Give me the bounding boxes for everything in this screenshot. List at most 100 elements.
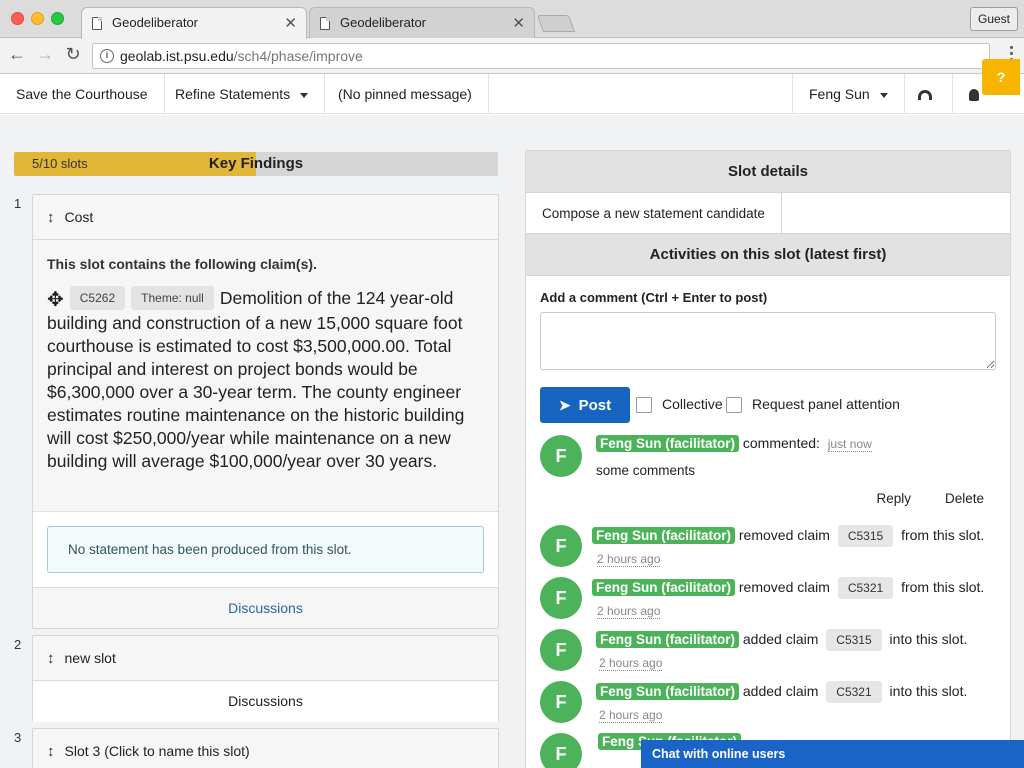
user-badge[interactable]: Feng Sun (facilitator) xyxy=(596,683,739,700)
user-badge[interactable]: Feng Sun (facilitator) xyxy=(596,435,739,452)
slot-number: 3 xyxy=(14,730,22,745)
slot-header[interactable]: ↕ Slot 3 (Click to name this slot) xyxy=(33,729,498,768)
caret-down-icon xyxy=(300,92,309,98)
comment-actions: Reply Delete xyxy=(842,491,984,506)
slot-name: Slot 3 (Click to name this slot) xyxy=(64,743,250,759)
slot-header[interactable]: ↕ Cost xyxy=(33,195,498,240)
comment-body: some comments xyxy=(596,463,696,478)
no-statement-alert: No statement has been produced from this… xyxy=(47,526,484,573)
help-button[interactable]: ? xyxy=(982,59,1020,95)
sort-icon[interactable]: ↕ xyxy=(47,743,55,760)
activity-time: 2 hours ago xyxy=(597,552,661,567)
user-badge[interactable]: Feng Sun (facilitator) xyxy=(592,527,735,544)
activity-item: F Feng Sun (facilitator) added claim C53… xyxy=(540,629,1000,675)
nav-phase-label: Refine Statements xyxy=(175,86,291,102)
paper-plane-icon: ➤ xyxy=(558,396,571,413)
comment-input[interactable] xyxy=(540,312,996,370)
activity-action: added claim xyxy=(742,683,819,699)
claim-theme-badge: Theme: null xyxy=(131,286,214,310)
activity-suffix: into this slot. xyxy=(889,631,968,647)
activity-time-row: 2 hours ago xyxy=(597,552,661,567)
reload-icon[interactable]: ↻ xyxy=(63,44,83,65)
post-label: Post xyxy=(578,396,612,414)
activity-suffix: into this slot. xyxy=(889,683,968,699)
nav-dashboard[interactable] xyxy=(898,74,953,114)
user-badge[interactable]: Feng Sun (facilitator) xyxy=(592,579,735,596)
browser-tab-strip: Geodeliberator ✕ Geodeliberator ✕ Guest xyxy=(0,0,1024,39)
tab-close-icon[interactable]: ✕ xyxy=(512,14,525,32)
collective-checkbox[interactable] xyxy=(636,397,652,413)
slot-number: 1 xyxy=(14,196,22,211)
claim-badge[interactable]: C5315 xyxy=(826,629,882,651)
slot-name: new slot xyxy=(64,650,116,666)
close-window-button[interactable] xyxy=(11,12,24,25)
activity-item: F Feng Sun (facilitator) added claim C53… xyxy=(540,681,1000,727)
nav-pinned-message[interactable]: (No pinned message) xyxy=(322,74,489,114)
url-path: /sch4/phase/improve xyxy=(233,48,363,64)
discussions-link[interactable]: Discussions xyxy=(33,681,498,722)
activity-time: 2 hours ago xyxy=(597,604,661,619)
chat-bar[interactable]: Chat with online users xyxy=(641,740,1024,768)
post-row: ➤ Post Collective Request panel attention xyxy=(540,387,996,423)
main-content: 5/10 slots Key Findings 1 ↕ Cost This slo… xyxy=(0,115,1024,768)
panel-attention-checkbox[interactable] xyxy=(726,397,742,413)
slot-claims: This slot contains the following claim(s… xyxy=(33,240,498,512)
tab-compose-statement[interactable]: Compose a new statement candidate xyxy=(526,193,782,234)
claim-badge[interactable]: C5321 xyxy=(837,577,894,599)
address-bar[interactable]: i geolab.ist.psu.edu/sch4/phase/improve xyxy=(92,43,990,69)
comment-form: Add a comment (Ctrl + Enter to post) ➤ Po… xyxy=(526,276,1010,423)
user-secret-icon xyxy=(969,89,979,102)
claim-badge[interactable]: C5315 xyxy=(837,525,894,547)
slot-card: ↕ Cost This slot contains the following c… xyxy=(32,194,499,629)
avatar: F xyxy=(540,629,582,671)
slot-name: Cost xyxy=(64,209,94,225)
arrow-left-icon[interactable]: ← xyxy=(7,44,27,65)
claim-item: ✥ C5262 Theme: null Demolition of the 124 y… xyxy=(47,286,484,473)
document-icon xyxy=(92,17,102,30)
slot-details-panel: Slot details Compose a new statement can… xyxy=(525,150,1011,768)
avatar: F xyxy=(540,733,582,768)
avatar: F xyxy=(540,525,582,567)
tab-close-icon[interactable]: ✕ xyxy=(284,14,297,32)
move-icon[interactable]: ✥ xyxy=(47,289,64,312)
slot-details-title: Slot details xyxy=(526,151,1010,193)
browser-tab-active[interactable]: Geodeliberator ✕ xyxy=(81,7,307,39)
new-tab-button[interactable] xyxy=(536,15,576,32)
delete-link[interactable]: Delete xyxy=(945,491,984,506)
collective-label: Collective xyxy=(662,396,723,412)
arrow-right-icon[interactable]: → xyxy=(35,44,55,65)
activity-time-row: 2 hours ago xyxy=(599,708,663,723)
tab-title: Geodeliberator xyxy=(340,15,426,30)
nav-user-label: Feng Sun xyxy=(809,86,870,102)
nav-user-dropdown[interactable]: Feng Sun xyxy=(792,74,905,114)
reply-link[interactable]: Reply xyxy=(876,491,911,506)
caret-down-icon xyxy=(879,92,888,98)
slot-number: 2 xyxy=(14,637,22,652)
statement-container: No statement has been produced from this… xyxy=(33,512,498,587)
nav-phase-dropdown[interactable]: Refine Statements xyxy=(159,74,326,114)
browser-toolbar: ← → ↻ i geolab.ist.psu.edu/sch4/phase/im… xyxy=(0,38,1024,74)
claim-badge[interactable]: C5321 xyxy=(826,681,882,703)
url-text: geolab.ist.psu.edu/sch4/phase/improve xyxy=(120,48,363,64)
info-icon[interactable]: i xyxy=(100,49,114,63)
activity-action: added claim xyxy=(742,631,819,647)
panel-attention-label: Request panel attention xyxy=(752,396,900,412)
guest-profile-button[interactable]: Guest xyxy=(969,7,1018,31)
tab-title: Geodeliberator xyxy=(112,15,198,30)
activity-action: commented: xyxy=(742,435,820,451)
nav-project[interactable]: Save the Courthouse xyxy=(0,74,165,114)
sort-icon[interactable]: ↕ xyxy=(47,650,55,667)
activity-time: 2 hours ago xyxy=(599,708,663,723)
user-badge[interactable]: Feng Sun (facilitator) xyxy=(596,631,739,648)
key-findings-title: Key Findings xyxy=(208,155,304,172)
post-button[interactable]: ➤ Post xyxy=(540,387,630,423)
zoom-window-button[interactable] xyxy=(51,12,64,25)
browser-tab-inactive[interactable]: Geodeliberator ✕ xyxy=(309,7,535,38)
minimize-window-button[interactable] xyxy=(31,12,44,25)
sort-icon[interactable]: ↕ xyxy=(47,209,55,226)
slot-header[interactable]: ↕ new slot xyxy=(33,636,498,681)
activity-item: F Feng Sun (facilitator) removed claim C… xyxy=(540,577,1000,623)
dashboard-icon xyxy=(918,90,932,101)
discussions-link[interactable]: Discussions xyxy=(33,587,498,628)
claim-id-badge[interactable]: C5262 xyxy=(69,286,126,310)
